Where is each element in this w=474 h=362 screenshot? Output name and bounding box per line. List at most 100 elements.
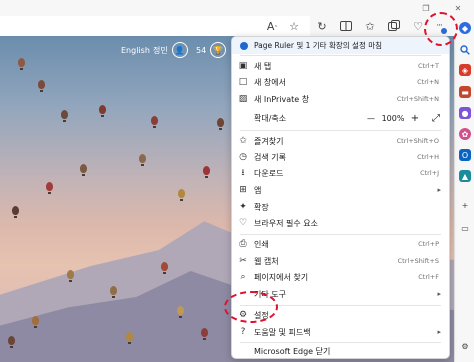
balloon <box>217 118 224 130</box>
trophy-icon: 🏆 <box>210 42 227 58</box>
rewards-points[interactable]: 54 🏆 <box>196 42 227 58</box>
more-tools-label: 기타 도구 <box>254 289 286 299</box>
balloon <box>46 182 53 194</box>
sidebar-settings-icon[interactable]: ⚙ <box>459 340 471 352</box>
collections-icon[interactable] <box>386 18 402 34</box>
zoom-label: 확대/축소 <box>254 113 287 123</box>
history-label: 검색 기록 <box>254 152 286 162</box>
balloon <box>18 58 25 70</box>
highlight-ring-settings <box>224 291 278 323</box>
menu-item-zoom: 확대/축소 — 100% + ⤢ <box>232 110 449 126</box>
balloon <box>38 80 45 92</box>
apps-label: 앱 <box>254 185 262 195</box>
heart-pulse-icon: ♡ <box>238 218 248 228</box>
balloon <box>201 328 208 340</box>
downloads-label: 다운로드 <box>254 168 284 178</box>
history-shortcut: Ctrl+H <box>417 153 439 161</box>
balloon <box>32 316 39 328</box>
games-icon[interactable]: ● <box>459 107 471 119</box>
zoom-out-button[interactable]: — <box>363 114 379 123</box>
menu-item-extensions[interactable]: ✦ 확장 <box>232 199 449 215</box>
points-value: 54 <box>196 45 207 55</box>
user-profile[interactable]: 정민 👤 <box>153 42 188 58</box>
restore-window-icon[interactable]: ❐ <box>420 2 432 14</box>
menu-item-new-tab[interactable]: ▣ 새 탭 Ctrl+T <box>232 58 449 74</box>
favorite-star-icon[interactable]: ☆ <box>286 18 302 34</box>
menu-item-web-capture[interactable]: ✂ 웹 캡처 Ctrl+Shift+S <box>232 253 449 269</box>
balloon <box>67 270 74 282</box>
settings-label: 설정 <box>254 310 269 320</box>
browser-essentials-label: 브라우저 필수 요소 <box>254 218 318 228</box>
balloon <box>8 336 15 348</box>
balloon <box>80 164 87 176</box>
menu-item-browser-essentials[interactable]: ♡ 브라우저 필수 요소 <box>232 215 449 231</box>
help-icon: ? <box>240 327 246 337</box>
balloon <box>61 110 68 122</box>
history-icon: ◷ <box>239 152 247 162</box>
copilot-icon[interactable]: ◆ <box>459 22 471 34</box>
menu-item-downloads[interactable]: ⭳ 다운로드 Ctrl+J <box>232 165 449 181</box>
avatar-icon: 👤 <box>171 42 188 58</box>
zoom-in-button[interactable]: + <box>407 113 423 124</box>
balloon <box>99 105 106 117</box>
find-on-page-shortcut: Ctrl+F <box>418 273 439 281</box>
chevron-right-icon: ▸ <box>437 290 441 298</box>
new-tab-label: 새 탭 <box>254 61 272 71</box>
chevron-right-icon: ▸ <box>437 328 441 336</box>
menu-item-favorites[interactable]: ✩ 즐겨찾기 Ctrl+Shift+O <box>232 133 449 149</box>
new-tab-shortcut: Ctrl+T <box>418 62 439 70</box>
menu-separator <box>240 130 441 131</box>
browser-toolbar: ❐ ✕ Aᐧ ☆ ↻ ✩ ♡ ··· <box>0 0 474 36</box>
new-window-label: 새 창에서 <box>254 77 286 87</box>
apps-icon: ⊞ <box>239 185 247 195</box>
shopping-tag-icon[interactable]: ◈ <box>459 64 471 76</box>
balloon <box>178 189 185 201</box>
menu-item-print[interactable]: ⎙ 인쇄 Ctrl+P <box>232 236 449 252</box>
language-link[interactable]: English <box>121 42 150 58</box>
new-window-shortcut: Ctrl+N <box>417 78 439 86</box>
menu-item-new-inprivate[interactable]: ▨ 새 InPrivate 창 Ctrl+Shift+N <box>232 91 449 107</box>
chevron-right-icon: ▸ <box>437 186 441 194</box>
new-inprivate-label: 새 InPrivate 창 <box>254 94 310 104</box>
menu-item-help-feedback[interactable]: ? 도움말 및 피드백 ▸ <box>232 324 449 340</box>
balloon <box>139 154 146 166</box>
hide-sidebar-icon[interactable]: ▭ <box>459 222 471 234</box>
balloon <box>126 332 133 344</box>
zoom-controls: — 100% + ⤢ <box>363 113 449 124</box>
outlook-icon[interactable]: O <box>459 149 471 161</box>
print-label: 인쇄 <box>254 239 269 249</box>
extension-notice[interactable]: Page Ruler 및 1 기타 확장의 설정 마침 <box>232 37 449 54</box>
menu-item-close-edge[interactable]: Microsoft Edge 닫기 <box>232 343 449 359</box>
favorites-label: 즐겨찾기 <box>254 136 284 146</box>
tools-briefcase-icon[interactable]: ▬ <box>459 86 471 98</box>
extensions-label: 확장 <box>254 202 269 212</box>
language-label: English <box>121 45 150 55</box>
fullscreen-icon[interactable]: ⤢ <box>423 113 449 124</box>
favorites-icon[interactable]: ✩ <box>362 18 378 34</box>
close-window-icon[interactable]: ✕ <box>452 2 464 14</box>
balloon <box>177 306 184 318</box>
favorites-menu-icon: ✩ <box>239 136 247 146</box>
add-sidebar-app-icon[interactable]: + <box>459 199 471 211</box>
menu-item-history[interactable]: ◷ 검색 기록 Ctrl+H <box>232 149 449 165</box>
menu-item-new-window[interactable]: □ 새 창에서 Ctrl+N <box>232 74 449 90</box>
web-capture-shortcut: Ctrl+Shift+S <box>397 257 439 265</box>
menu-item-apps[interactable]: ⊞ 앱 ▸ <box>232 182 449 198</box>
menu-item-find-on-page[interactable]: ⌕ 페이지에서 찾기 Ctrl+F <box>232 269 449 285</box>
puzzle-icon: ✦ <box>239 202 247 212</box>
help-feedback-label: 도움말 및 피드백 <box>254 327 311 337</box>
edge-sidebar: ◆ ◈ ▬ ● ✿ O ▲ + ▭ ⚙ <box>454 22 474 362</box>
search-icon[interactable] <box>459 44 471 56</box>
web-capture-label: 웹 캡처 <box>254 256 279 266</box>
copilot-app-icon[interactable]: ✿ <box>459 128 471 140</box>
refresh-icon[interactable]: ↻ <box>314 18 330 34</box>
read-aloud-icon[interactable]: Aᐧ <box>264 18 280 34</box>
drop-icon[interactable]: ▲ <box>459 170 471 182</box>
download-icon: ⭳ <box>241 168 245 178</box>
user-name: 정민 <box>153 45 168 55</box>
new-window-icon: □ <box>238 77 248 87</box>
balloon <box>203 166 210 178</box>
split-screen-icon[interactable] <box>338 18 354 34</box>
favorites-shortcut: Ctrl+Shift+O <box>396 137 439 145</box>
balloon <box>110 286 117 298</box>
